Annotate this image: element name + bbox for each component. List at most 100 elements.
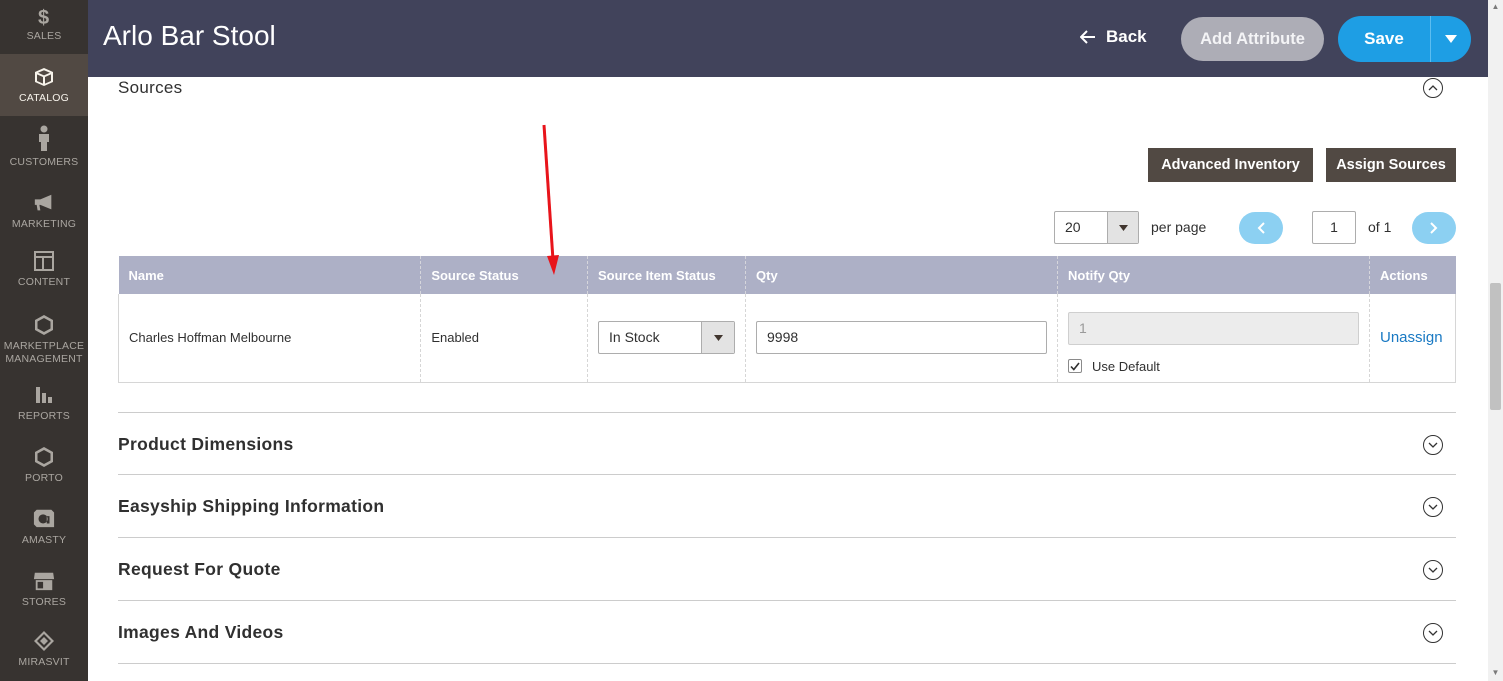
sidebar-item-label: CONTENT [17, 276, 71, 288]
bar-chart-icon [33, 384, 55, 406]
person-icon [33, 124, 55, 152]
section-divider [118, 474, 1456, 475]
sidebar-item-reports[interactable]: REPORTS [0, 374, 88, 436]
chevron-down-icon[interactable] [1423, 623, 1443, 643]
sidebar-item-customers[interactable]: CUSTOMERS [0, 116, 88, 178]
section-divider [118, 600, 1456, 601]
sidebar-item-label: STORES [21, 596, 67, 608]
column-header-source-item-status: Source Item Status [587, 256, 746, 294]
current-page-input[interactable]: 1 [1312, 211, 1356, 244]
use-default-label: Use Default [1092, 358, 1160, 374]
table-header-row: Name Source Status Source Item Status Qt… [118, 256, 1456, 294]
back-button[interactable]: Back [1080, 27, 1147, 47]
use-default-option[interactable]: Use Default [1068, 359, 1359, 374]
source-name-cell: Charles Hoffman Melbourne [117, 294, 421, 383]
actions-cell: Unassign [1369, 294, 1456, 383]
source-item-status-value: In Stock [609, 329, 660, 346]
sidebar-item-porto[interactable]: PORTO [0, 436, 88, 498]
per-page-value: 20 [1065, 219, 1081, 235]
sidebar-item-label: PORTO [25, 472, 63, 484]
column-header-name: Name [118, 256, 421, 294]
sidebar-item-label: CUSTOMERS [9, 156, 79, 168]
sidebar-item-stores[interactable]: STORES [0, 560, 88, 622]
sidebar-item-mirasvit[interactable]: MIRASVIT [0, 622, 88, 681]
back-button-label: Back [1106, 27, 1147, 46]
previous-page-button[interactable] [1239, 212, 1283, 244]
sidebar-item-sales[interactable]: $ SALES [0, 0, 88, 54]
section-title-images-and-videos[interactable]: Images And Videos [118, 622, 284, 643]
section-title-request-for-quote[interactable]: Request For Quote [118, 559, 281, 580]
admin-sidebar: $ SALES CATALOG CUSTOMERS MARKETING CONT… [0, 0, 88, 681]
scroll-down-arrow[interactable]: ▼ [1490, 668, 1501, 678]
hexagon-icon [33, 314, 55, 336]
sidebar-item-amasty[interactable]: AMASTY [0, 498, 88, 560]
table-row: Charles Hoffman Melbourne Enabled In Sto… [117, 294, 1456, 383]
annotation-arrow [542, 124, 559, 275]
use-default-checkbox[interactable] [1068, 359, 1082, 374]
advanced-inventory-button[interactable]: Advanced Inventory [1148, 148, 1313, 182]
chevron-right-icon [1430, 222, 1438, 234]
sidebar-item-label: MARKETING [11, 218, 77, 230]
section-title-easyship-shipping[interactable]: Easyship Shipping Information [118, 496, 384, 517]
total-pages-label: of 1 [1368, 219, 1392, 235]
chevron-down-icon[interactable] [1423, 435, 1443, 455]
page-title: Arlo Bar Stool [103, 20, 276, 51]
qty-cell: 9998 [745, 294, 1058, 383]
notify-qty-input[interactable]: 1 [1068, 311, 1359, 345]
source-item-status-cell: In Stock [587, 294, 746, 383]
sidebar-item-label: SALES [26, 30, 62, 42]
section-divider [118, 412, 1456, 413]
svg-text:$: $ [38, 7, 49, 28]
add-attribute-button[interactable]: Add Attribute [1181, 17, 1324, 61]
megaphone-icon [33, 192, 55, 214]
sidebar-item-label: MIRASVIT [18, 656, 70, 668]
sources-grid: Name Source Status Source Item Status Qt… [117, 256, 1456, 383]
chevron-left-icon [1257, 222, 1265, 234]
chevron-down-icon[interactable] [1423, 560, 1443, 580]
arrow-left-icon [1080, 30, 1095, 44]
dollar-icon: $ [33, 6, 55, 28]
unassign-link[interactable]: Unassign [1380, 329, 1443, 346]
sidebar-item-content[interactable]: CONTENT [0, 240, 88, 302]
chevron-up-icon[interactable] [1423, 78, 1443, 98]
sidebar-item-marketplace-management[interactable]: MARKETPLACE MANAGEMENT [0, 302, 88, 374]
sidebar-item-catalog[interactable]: CATALOG [0, 54, 88, 116]
per-page-select[interactable]: 20 [1054, 211, 1139, 244]
amasty-icon [33, 506, 55, 530]
source-status-cell: Enabled [420, 294, 588, 383]
sidebar-item-label: MARKETPLACE [3, 340, 85, 352]
save-options-toggle[interactable] [1430, 16, 1471, 62]
mirasvit-icon [33, 630, 55, 652]
section-divider [118, 537, 1456, 538]
sources-section-title[interactable]: Sources [118, 78, 182, 98]
box-icon [33, 66, 55, 88]
source-item-status-select[interactable]: In Stock [598, 321, 735, 355]
column-header-qty: Qty [745, 256, 1058, 294]
hexagon-icon [33, 446, 55, 468]
caret-down-icon [1445, 35, 1457, 43]
column-header-actions: Actions [1369, 256, 1456, 294]
assign-sources-button[interactable]: Assign Sources [1326, 148, 1456, 182]
qty-input[interactable]: 9998 [756, 321, 1047, 355]
section-title-product-dimensions[interactable]: Product Dimensions [118, 434, 294, 455]
chevron-down-icon[interactable] [1423, 497, 1443, 517]
sidebar-item-marketing[interactable]: MARKETING [0, 178, 88, 240]
sidebar-item-label: REPORTS [18, 410, 70, 422]
sidebar-item-label: MANAGEMENT [5, 353, 83, 365]
next-page-button[interactable] [1412, 212, 1456, 244]
scroll-thumb[interactable] [1490, 283, 1501, 410]
notify-qty-cell: 1 Use Default [1057, 294, 1370, 383]
save-button[interactable]: Save [1338, 16, 1430, 62]
sidebar-item-label: AMASTY [21, 534, 67, 546]
layout-icon [33, 250, 55, 272]
section-divider [118, 663, 1456, 664]
page-header: Arlo Bar Stool Back Add Attribute Save [88, 0, 1488, 77]
column-header-notify-qty: Notify Qty [1057, 256, 1370, 294]
scroll-up-arrow[interactable]: ▲ [1490, 2, 1501, 12]
store-icon [33, 570, 55, 592]
per-page-label: per page [1151, 219, 1207, 235]
checkmark-icon [1070, 362, 1080, 371]
sidebar-item-label: CATALOG [18, 92, 70, 104]
caret-down-icon[interactable] [1107, 212, 1138, 243]
caret-down-icon[interactable] [701, 322, 734, 354]
